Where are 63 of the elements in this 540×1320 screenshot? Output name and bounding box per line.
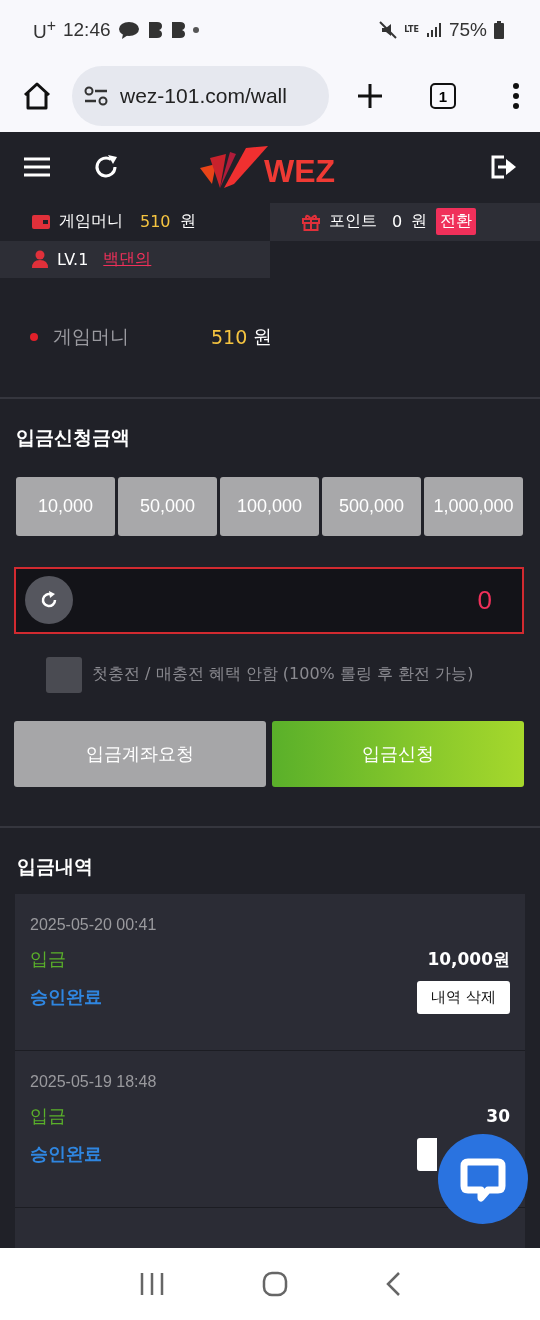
record-datetime: 2025-05-19 18:48 (30, 1073, 158, 1091)
chat-button-icon[interactable] (438, 1134, 528, 1224)
amount-field[interactable]: 0 (14, 566, 524, 634)
tab-count-button[interactable]: 1 (430, 83, 456, 109)
balance-label: 게임머니 (53, 324, 130, 350)
delete-button[interactable]: 내역 삭제 (417, 980, 510, 1014)
url-text: wez-101.com/wall (120, 84, 287, 108)
balance-value: 510 (211, 326, 248, 349)
points-label: 포인트 (329, 211, 377, 233)
record-amount: 30 (486, 1106, 510, 1126)
deposit-request-button[interactable]: 입금신청 (272, 720, 524, 787)
amount-preset-button[interactable]: 1,000,000 (424, 476, 523, 536)
record-type: 입금 (30, 947, 66, 971)
logout-icon[interactable] (490, 154, 516, 181)
gift-icon (302, 212, 320, 231)
record-type: 입금 (30, 1104, 66, 1128)
network-label: LTE (404, 26, 419, 34)
record-datetime: 2025-05-20 00:41 (30, 916, 158, 934)
mute-icon (379, 21, 398, 39)
dot-icon (192, 27, 199, 33)
address-bar[interactable]: wez-101.com/wall (72, 66, 329, 126)
home-icon[interactable] (22, 81, 52, 111)
signal-icon (425, 22, 442, 38)
menu-icon[interactable] (24, 156, 50, 179)
checkbox-label: 첫충전 / 매충전 혜택 안함 (100% 롤링 후 환전 가능) (92, 664, 474, 686)
game-money-value: 510 (140, 212, 171, 232)
convert-button[interactable]: 전환 (436, 208, 477, 236)
currency-unit: 원 (253, 324, 273, 350)
carrier-label: U$^{+}$ (33, 16, 56, 44)
amount-preset-button[interactable]: 10,000 (16, 476, 115, 536)
section-title: 입금내역 (16, 854, 94, 879)
chat-icon (117, 21, 140, 39)
game-money-label: 게임머니 (59, 211, 123, 233)
reset-icon[interactable] (25, 576, 73, 625)
checkbox[interactable] (46, 656, 82, 693)
record-amount: 10,000원 (427, 947, 510, 971)
wallet-icon (32, 214, 50, 229)
battery-percent: 75% (448, 19, 487, 41)
bullet-icon (30, 333, 38, 342)
currency-unit: 원 (179, 211, 196, 233)
clock-time: 12:46 (63, 19, 111, 41)
delete-button[interactable] (417, 1137, 437, 1171)
account-request-button[interactable]: 입금계좌요청 (14, 720, 266, 787)
section-title: 입금신청금액 (15, 424, 131, 450)
amount-value: 0 (477, 584, 492, 616)
more-icon[interactable] (512, 82, 520, 110)
currency-unit: 원 (411, 211, 428, 233)
amount-preset-button[interactable]: 50,000 (118, 476, 217, 536)
amount-preset-button[interactable]: 500,000 (322, 476, 421, 536)
logo-text: WEZ (264, 153, 336, 191)
level-label: LV.1 (57, 249, 89, 269)
plus-icon[interactable] (356, 82, 384, 110)
recent-apps-icon[interactable] (138, 1272, 165, 1296)
amount-preset-button[interactable]: 100,000 (220, 476, 319, 536)
points-value: 0 (392, 212, 403, 232)
site-settings-icon (84, 86, 108, 106)
user-icon (32, 250, 48, 269)
record-status: 승인완료 (30, 1142, 102, 1166)
back-icon[interactable] (385, 1271, 402, 1297)
home-button-icon[interactable] (262, 1271, 288, 1297)
username-link[interactable]: 백댄의 (103, 248, 152, 270)
battery-icon (494, 21, 504, 39)
record-status: 승인완료 (30, 985, 102, 1009)
